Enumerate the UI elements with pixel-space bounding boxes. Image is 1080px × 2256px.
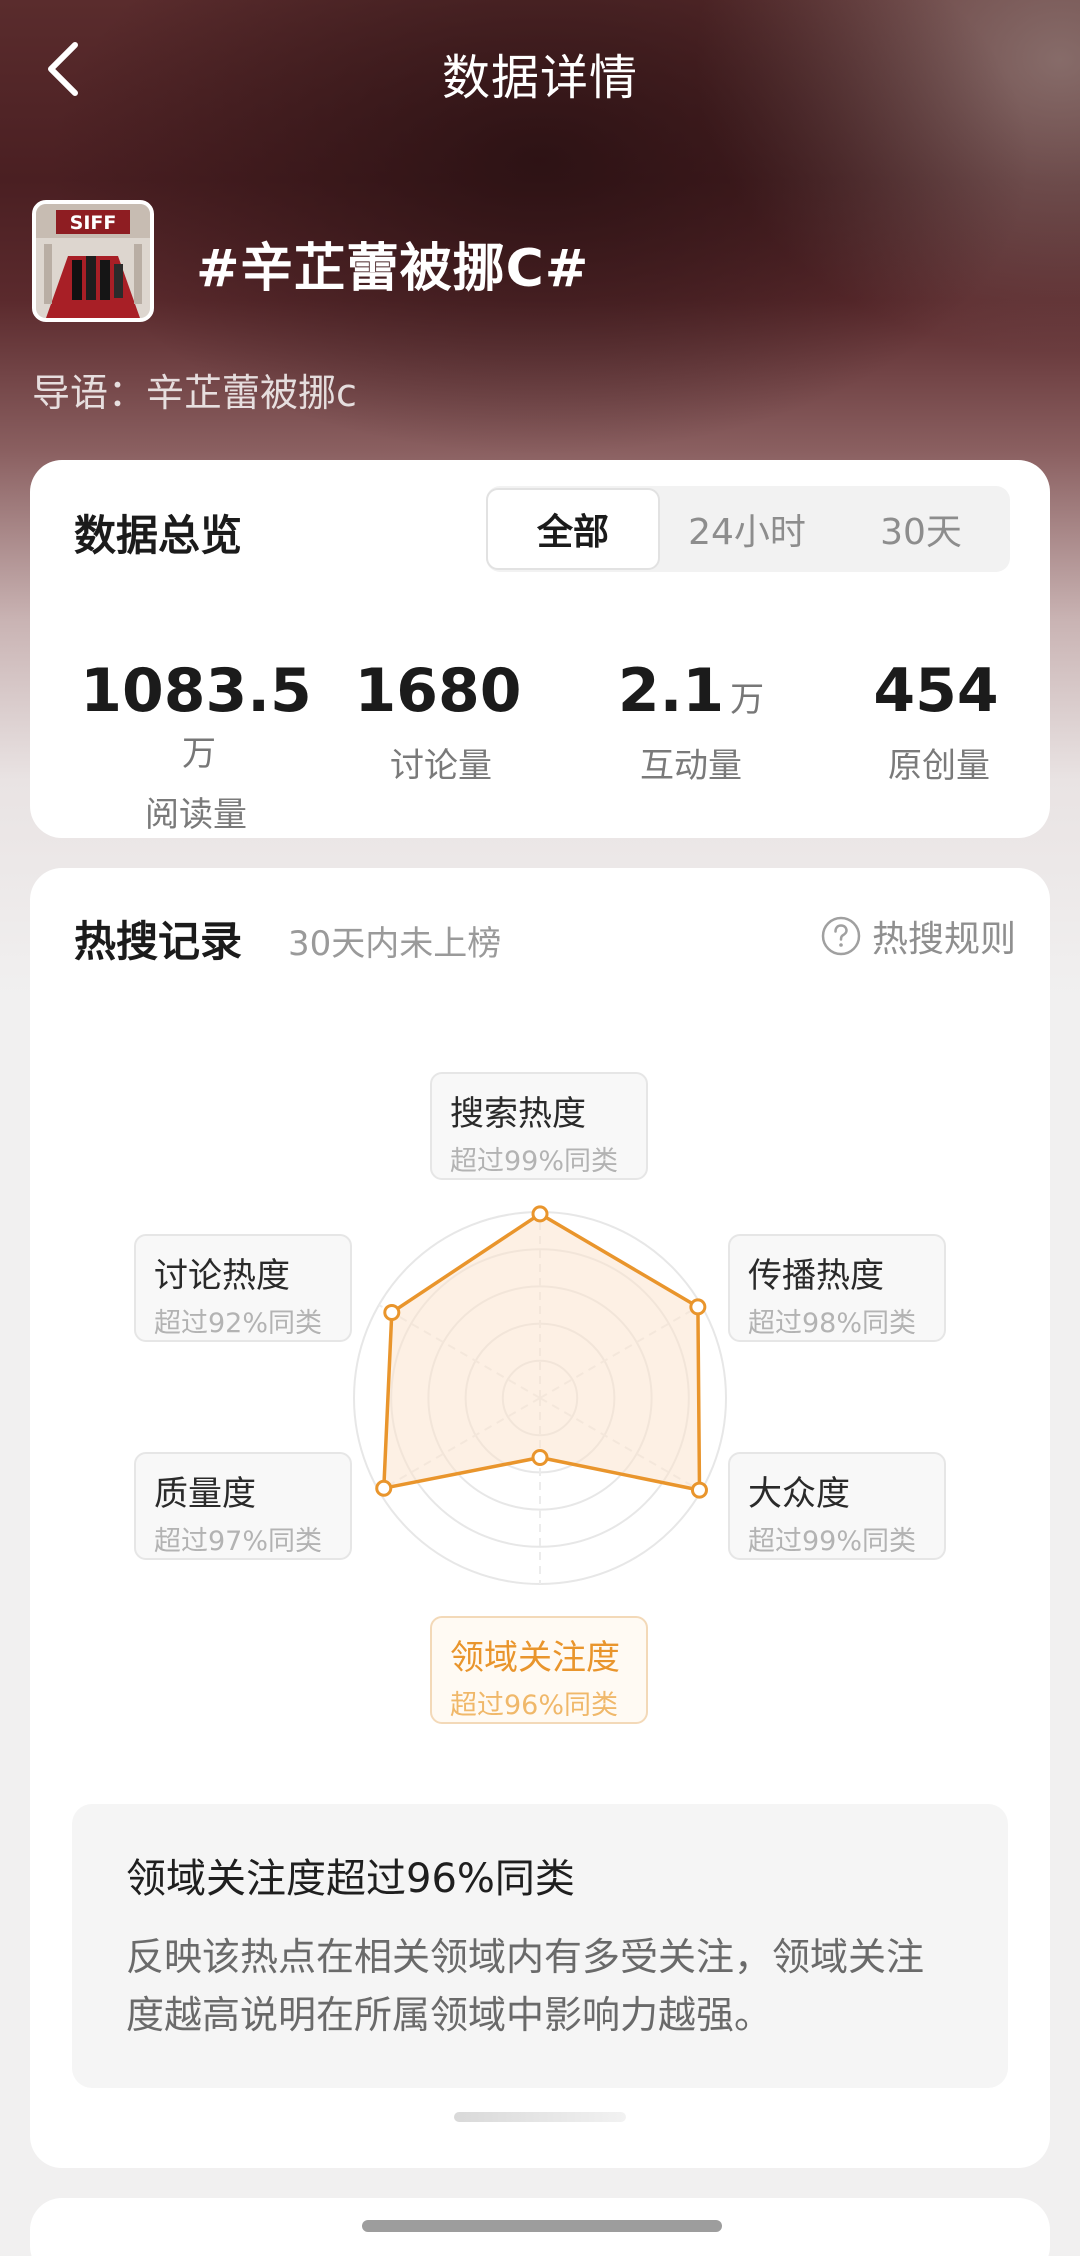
stat-label: 原创量 xyxy=(888,746,990,786)
dimension-name: 大众度 xyxy=(748,1474,850,1514)
stat-originals: 454 原创量 xyxy=(814,656,1064,787)
description-title: 领域关注度超过96%同类 xyxy=(126,1856,575,1902)
radar-point xyxy=(531,1205,549,1223)
tab-24h[interactable]: 24小时 xyxy=(660,486,834,572)
dimension-percentile: 超过98%同类 xyxy=(748,1308,917,1339)
dimension-domain-attention[interactable]: 领域关注度 超过96%同类 xyxy=(430,1616,648,1724)
stat-value: 1083.5 xyxy=(80,656,312,726)
tab-all[interactable]: 全部 xyxy=(486,488,660,570)
stat-unit: 万 xyxy=(730,680,765,720)
time-range-tabs: 全部 24小时 30天 xyxy=(486,486,1010,572)
top-bar: 数据详情 xyxy=(0,24,1080,114)
stat-value: 2.1 xyxy=(617,656,725,726)
home-indicator[interactable] xyxy=(362,2220,722,2232)
dimension-percentile: 超过99%同类 xyxy=(748,1526,917,1557)
dimension-popularity[interactable]: 大众度 超过99%同类 xyxy=(728,1452,946,1560)
topic-intro: 导语：辛芷蕾被挪c xyxy=(32,371,357,415)
overview-card: 数据总览 全部 24小时 30天 1083.5 万 阅读量 1680 讨论量 2.… xyxy=(30,460,1050,838)
stat-unit: 万 xyxy=(182,734,216,774)
dimension-discussion-heat[interactable]: 讨论热度 超过92%同类 xyxy=(134,1234,352,1342)
radar-point xyxy=(383,1303,401,1321)
tab-30d[interactable]: 30天 xyxy=(834,486,1008,572)
stat-interactions: 2.1 万 互动量 xyxy=(566,656,816,787)
dimension-description-panel: 领域关注度超过96%同类 反映该热点在相关领域内有多受关注，领域关注度越高说明在… xyxy=(72,1804,1008,2088)
radar-point xyxy=(375,1479,393,1497)
overview-heading: 数据总览 xyxy=(74,511,243,560)
carousel-scroll-indicator xyxy=(454,2112,626,2122)
page-title: 数据详情 xyxy=(441,50,638,106)
dimension-percentile: 超过99%同类 xyxy=(450,1146,619,1177)
stat-label: 讨论量 xyxy=(390,746,492,786)
dimension-name: 质量度 xyxy=(154,1474,256,1514)
topic-title: #辛芷蕾被挪C# xyxy=(196,239,590,299)
dimension-quality[interactable]: 质量度 超过97%同类 xyxy=(134,1452,352,1560)
stat-reads: 1083.5 万 阅读量 xyxy=(71,656,321,836)
stat-label: 阅读量 xyxy=(145,795,247,835)
dimension-name: 搜索热度 xyxy=(450,1094,586,1134)
stat-value: 1680 xyxy=(354,656,522,726)
hot-search-card: 热搜记录 30天内未上榜 热搜规则 搜索热度 超过99%同类 传播热度 超过98… xyxy=(30,868,1050,2168)
radar-point xyxy=(690,1481,708,1499)
radar-point xyxy=(531,1449,549,1467)
dimension-spread-heat[interactable]: 传播热度 超过98%同类 xyxy=(728,1234,946,1342)
topic-thumbnail: SIFF xyxy=(32,200,154,322)
dimension-name: 领域关注度 xyxy=(450,1638,620,1678)
dimension-percentile: 超过97%同类 xyxy=(154,1526,323,1557)
dimension-search-heat[interactable]: 搜索热度 超过99%同类 xyxy=(430,1072,648,1180)
radar-area xyxy=(382,1212,702,1492)
description-text: 反映该热点在相关领域内有多受关注，领域关注度越高说明在所属领域中影响力越强。 xyxy=(126,1935,925,2037)
stat-label: 互动量 xyxy=(640,746,742,786)
stat-discussions: 1680 讨论量 xyxy=(316,656,566,787)
stat-value: 454 xyxy=(873,656,999,726)
dimension-name: 传播热度 xyxy=(748,1256,884,1296)
dimension-percentile: 超过92%同类 xyxy=(154,1308,323,1339)
dimension-name: 讨论热度 xyxy=(154,1256,290,1296)
radar-point xyxy=(689,1298,707,1316)
dimension-percentile: 超过96%同类 xyxy=(450,1690,619,1721)
thumb-sign-text: SIFF xyxy=(70,212,117,234)
